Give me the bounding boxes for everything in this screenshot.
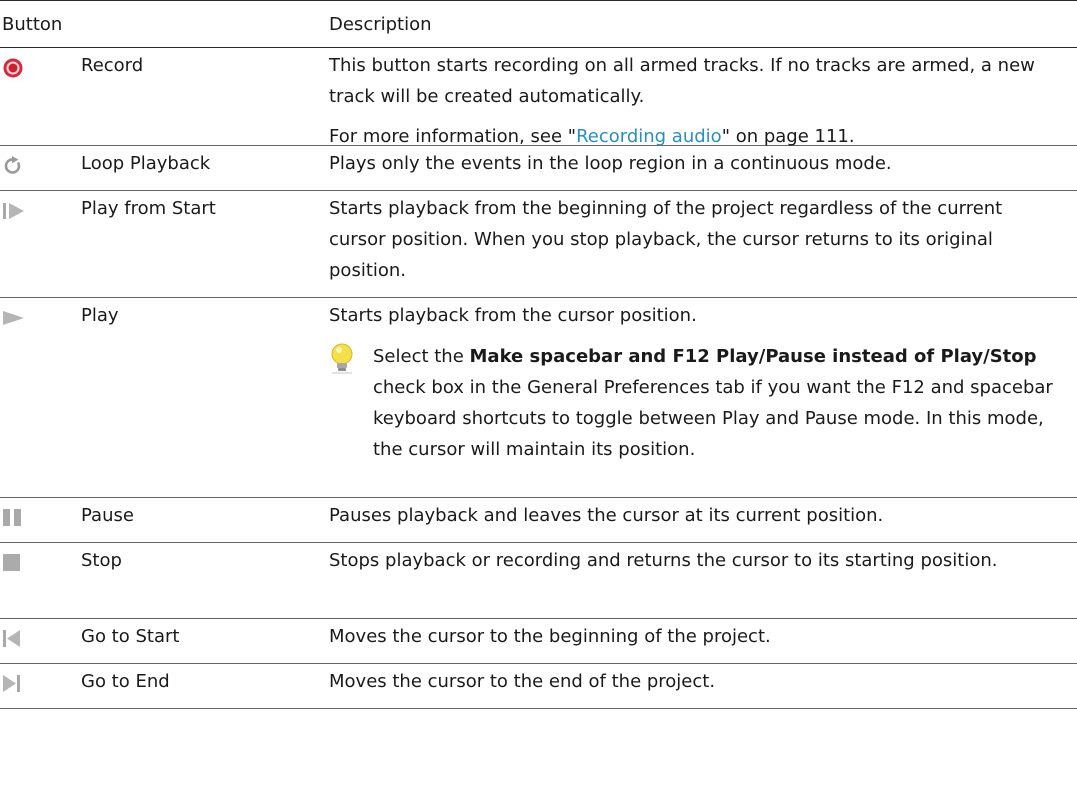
button-name: Stop bbox=[81, 550, 122, 571]
button-name: Play bbox=[81, 305, 119, 326]
row-description: Pauses playback and leaves the cursor at… bbox=[329, 505, 884, 526]
record-icon bbox=[3, 58, 23, 78]
row-description: This button starts recording on all arme… bbox=[329, 55, 1035, 107]
recording-audio-link[interactable]: Recording audio bbox=[576, 126, 722, 147]
table-row: Play from Start Starts playback from the… bbox=[0, 191, 1077, 298]
header-description: Description bbox=[329, 13, 432, 35]
more-info-prefix: For more information, see " bbox=[329, 126, 577, 147]
table-row: Go to End Moves the cursor to the end of… bbox=[0, 664, 1077, 709]
row-description: Moves the cursor to the end of the proje… bbox=[329, 671, 716, 692]
lightbulb-icon bbox=[331, 343, 353, 374]
button-name: Play from Start bbox=[81, 198, 216, 219]
button-name: Pause bbox=[81, 505, 134, 526]
go-to-end-icon bbox=[3, 675, 20, 692]
row-description: Plays only the events in the loop region… bbox=[329, 153, 892, 174]
play-icon bbox=[3, 311, 24, 325]
button-description-table: Button Description Record This button st… bbox=[0, 0, 1077, 709]
play-from-start-icon bbox=[3, 203, 24, 219]
table-row: Record This button starts recording on a… bbox=[0, 48, 1077, 147]
row-description: Moves the cursor to the beginning of the… bbox=[329, 626, 771, 647]
table-row: Play Starts playback from the cursor pos… bbox=[0, 298, 1077, 498]
button-name: Go to Start bbox=[81, 626, 180, 647]
button-name: Go to End bbox=[81, 671, 170, 692]
table-row: Pause Pauses playback and leaves the cur… bbox=[0, 498, 1077, 543]
table-row: Loop Playback Plays only the events in t… bbox=[0, 146, 1077, 191]
stop-icon bbox=[3, 554, 20, 571]
loop-icon bbox=[4, 156, 21, 174]
tip-checkbox-name: Make spacebar and F12 Play/Pause instead… bbox=[469, 346, 1037, 367]
tip-prefix: Select the bbox=[373, 346, 470, 367]
tip-suffix: check box in the General Preferences tab… bbox=[373, 377, 1053, 460]
table-row: Go to Start Moves the cursor to the begi… bbox=[0, 619, 1077, 664]
table-row: Stop Stops playback or recording and ret… bbox=[0, 543, 1077, 619]
row-description: Starts playback from the cursor position… bbox=[329, 305, 697, 326]
header-button: Button bbox=[2, 13, 63, 35]
go-to-start-icon bbox=[3, 630, 20, 647]
row-description: Starts playback from the beginning of th… bbox=[329, 198, 1003, 281]
button-name: Record bbox=[81, 55, 144, 76]
pause-icon bbox=[3, 509, 21, 526]
tip-note: Select the Make spacebar and F12 Play/Pa… bbox=[329, 341, 1059, 465]
row-description: Stops playback or recording and returns … bbox=[329, 550, 998, 571]
button-name: Loop Playback bbox=[81, 153, 211, 174]
more-info-suffix: " on page 111. bbox=[721, 126, 855, 147]
table-header: Button Description bbox=[0, 1, 1077, 48]
